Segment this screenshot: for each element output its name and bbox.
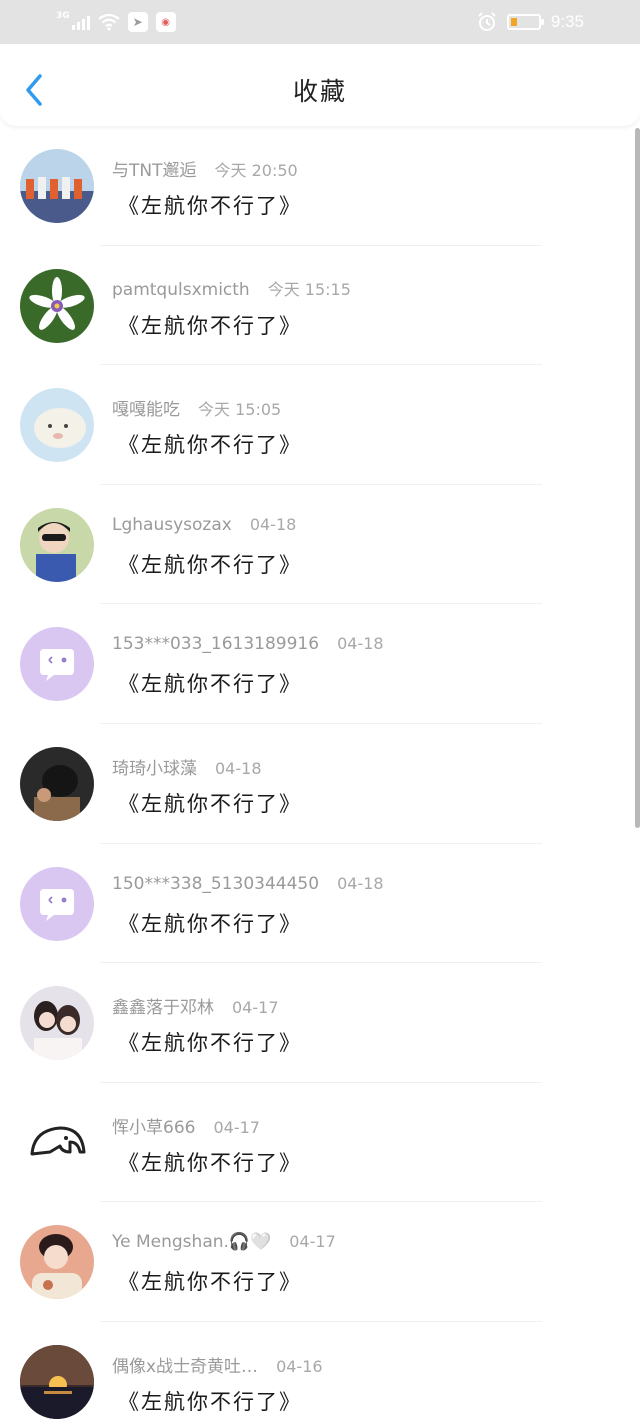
- favorite-title[interactable]: 《左航你不行了》: [118, 1147, 302, 1177]
- username[interactable]: 150***338_5130344450: [112, 874, 319, 894]
- list-item[interactable]: 鑫鑫落于邓林 04-17 《左航你不行了》: [0, 963, 632, 1083]
- app-notification-icon: ➤: [127, 12, 148, 32]
- timestamp: 04-17: [289, 1232, 336, 1252]
- username[interactable]: Lghausysozax: [112, 515, 232, 535]
- status-bar: 3G ➤ ◉ 9:35: [0, 0, 640, 44]
- battery-level: [510, 18, 517, 26]
- favorite-meta: 琦琦小球藻 04-18: [112, 754, 262, 779]
- avatar[interactable]: [20, 866, 94, 941]
- favorite-title[interactable]: 《左航你不行了》: [118, 310, 302, 340]
- timestamp: 04-16: [276, 1356, 323, 1376]
- avatar[interactable]: [20, 388, 94, 463]
- username[interactable]: 恽小草666: [112, 1118, 195, 1138]
- avatar[interactable]: [20, 627, 94, 702]
- wifi-icon: [97, 13, 120, 31]
- username[interactable]: 鑫鑫落于邓林: [112, 998, 214, 1018]
- favorite-title[interactable]: 《左航你不行了》: [118, 668, 302, 698]
- avatar[interactable]: [20, 1105, 94, 1180]
- list-item[interactable]: pamtqulsxmicth 今天 15:15 《左航你不行了》: [0, 246, 632, 366]
- timestamp: 今天 15:15: [267, 279, 351, 299]
- list-item[interactable]: 150***338_5130344450 04-18 《左航你不行了》: [0, 844, 632, 964]
- username[interactable]: 琦琦小球藻: [112, 759, 197, 779]
- favorite-title[interactable]: 《左航你不行了》: [118, 908, 302, 938]
- app-header: 收藏: [0, 44, 640, 126]
- avatar[interactable]: [20, 507, 94, 582]
- timestamp: 04-18: [215, 758, 262, 778]
- favorite-meta: 150***338_5130344450 04-18: [112, 874, 384, 894]
- favorite-meta: 偶像x战士奇黄吐… 04-16: [112, 1352, 323, 1377]
- timestamp: 04-17: [232, 998, 279, 1018]
- avatar[interactable]: [20, 1225, 94, 1300]
- status-right: 9:35: [477, 10, 584, 34]
- username[interactable]: 与TNT邂逅: [112, 161, 197, 181]
- status-left: 3G ➤ ◉: [56, 10, 176, 34]
- username[interactable]: pamtqulsxmicth: [112, 280, 250, 300]
- avatar[interactable]: [20, 268, 94, 343]
- avatar[interactable]: [20, 149, 94, 223]
- list-item[interactable]: 琦琦小球藻 04-18 《左航你不行了》: [0, 724, 632, 844]
- favorite-meta: 与TNT邂逅 今天 20:50: [112, 156, 298, 181]
- favorites-list: 与TNT邂逅 今天 20:50 《左航你不行了》 pamtqulsxmicth 今天…: [0, 126, 632, 1422]
- timestamp: 今天 15:05: [198, 400, 282, 420]
- scrollbar[interactable]: [635, 128, 640, 828]
- timestamp: 04-18: [337, 634, 384, 654]
- username[interactable]: Ye Mengshan.🎧🤍: [112, 1232, 271, 1252]
- list-item[interactable]: 153***033_1613189916 04-18 《左航你不行了》: [0, 604, 632, 724]
- default-avatar-icon: [20, 627, 94, 702]
- list-item[interactable]: Ye Mengshan.🎧🤍 04-17 《左航你不行了》: [0, 1202, 632, 1322]
- network-type: 3G: [56, 11, 70, 21]
- timestamp: 04-18: [337, 873, 384, 893]
- timestamp: 04-18: [249, 514, 297, 534]
- favorite-meta: 鑫鑫落于邓林 04-17: [112, 993, 279, 1018]
- favorite-title[interactable]: 《左航你不行了》: [118, 1386, 302, 1416]
- list-item[interactable]: Lghausysozax 04-18 《左航你不行了》: [0, 485, 632, 605]
- timestamp: 04-17: [213, 1117, 260, 1137]
- elephant-icon: [20, 1105, 94, 1180]
- default-avatar-icon: [20, 866, 94, 941]
- username[interactable]: 153***033_1613189916: [112, 634, 319, 654]
- favorite-meta: Ye Mengshan.🎧🤍 04-17: [112, 1232, 336, 1252]
- username[interactable]: 偶像x战士奇黄吐…: [112, 1357, 258, 1377]
- favorite-title[interactable]: 《左航你不行了》: [118, 549, 302, 579]
- status-time: 9:35: [550, 12, 584, 31]
- page-title: 收藏: [292, 77, 347, 106]
- favorite-meta: 嘎嘎能吃 今天 15:05: [112, 395, 281, 420]
- app-notification-icon-2: ◉: [155, 12, 176, 32]
- favorite-title[interactable]: 《左航你不行了》: [118, 190, 302, 220]
- alarm-icon: [478, 12, 496, 31]
- favorite-title[interactable]: 《左航你不行了》: [118, 1266, 302, 1296]
- favorite-meta: pamtqulsxmicth 今天 15:15: [112, 276, 351, 300]
- avatar[interactable]: [20, 1344, 94, 1419]
- favorite-title[interactable]: 《左航你不行了》: [118, 1027, 302, 1057]
- list-item[interactable]: 恽小草666 04-17 《左航你不行了》: [0, 1083, 632, 1203]
- favorite-title[interactable]: 《左航你不行了》: [118, 788, 302, 818]
- favorite-meta: Lghausysozax 04-18: [112, 515, 296, 535]
- avatar[interactable]: [20, 986, 94, 1061]
- username[interactable]: 嘎嘎能吃: [112, 400, 180, 420]
- avatar[interactable]: [20, 746, 94, 821]
- favorite-meta: 153***033_1613189916 04-18: [112, 634, 384, 654]
- signal-icon: [71, 14, 90, 30]
- favorite-meta: 恽小草666 04-17: [112, 1113, 260, 1138]
- list-item[interactable]: 偶像x战士奇黄吐… 04-16 《左航你不行了》: [0, 1322, 632, 1422]
- battery-icon: [506, 14, 544, 30]
- list-item[interactable]: 嘎嘎能吃 今天 15:05 《左航你不行了》: [0, 365, 632, 485]
- list-item[interactable]: 与TNT邂逅 今天 20:50 《左航你不行了》: [0, 126, 632, 246]
- timestamp: 今天 20:50: [214, 161, 298, 180]
- favorite-title[interactable]: 《左航你不行了》: [118, 429, 302, 459]
